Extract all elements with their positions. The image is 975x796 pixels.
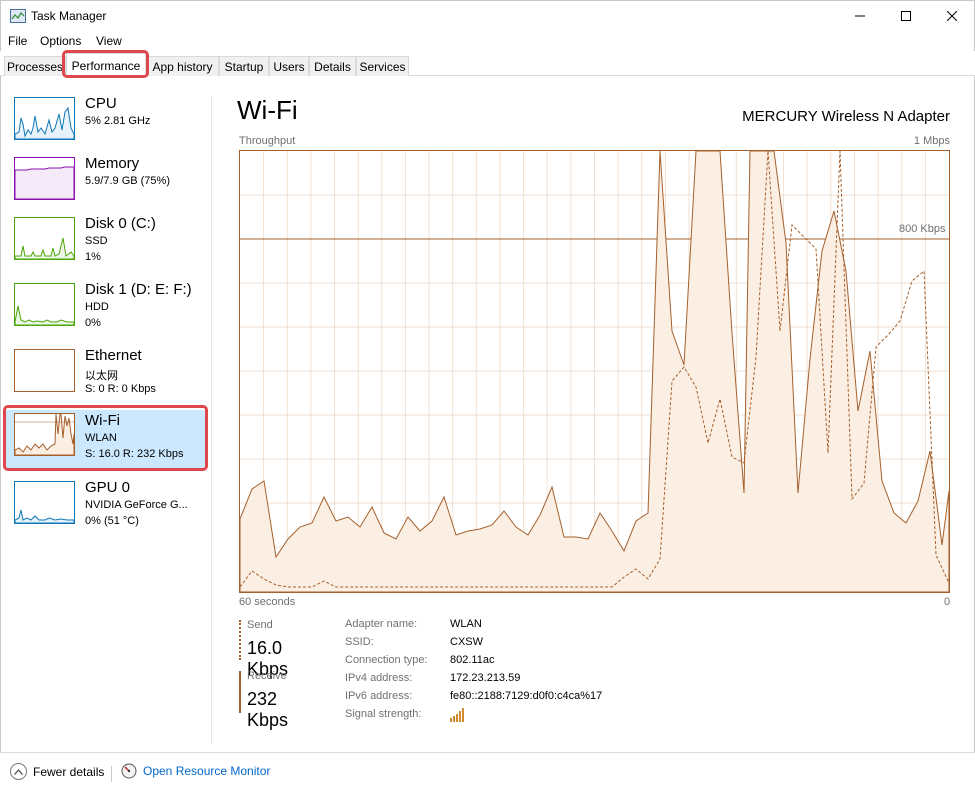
close-button[interactable] xyxy=(929,1,975,31)
network-graph-icon xyxy=(14,349,75,392)
menu-view[interactable]: View xyxy=(96,34,122,48)
fewer-details-button[interactable]: Fewer details xyxy=(10,763,104,780)
receive-label: Receive xyxy=(247,670,287,682)
title-bar: Task Manager xyxy=(0,0,975,31)
prop-row: Signal strength: xyxy=(345,708,765,726)
tab-services[interactable]: Services xyxy=(356,56,409,76)
sidebar-item-detail: S: 0 R: 0 Kbps xyxy=(85,383,156,395)
minimize-icon xyxy=(855,15,865,17)
sidebar-item-detail: SSD xyxy=(85,235,108,247)
prop-row: IPv6 address: fe80::2188:7129:d0f0:c4ca%… xyxy=(345,690,765,708)
throughput-label: Throughput xyxy=(239,135,296,147)
sidebar-item-detail: HDD xyxy=(85,301,109,313)
memory-graph-icon xyxy=(14,157,75,200)
prop-value: fe80::2188:7129:d0f0:c4ca%17 xyxy=(450,690,603,702)
tab-app-history[interactable]: App history xyxy=(146,56,219,76)
menu-bar: File Options View xyxy=(0,31,975,51)
sidebar-item-detail: 以太网 xyxy=(85,370,118,382)
sidebar-item-detail: WLAN xyxy=(85,432,117,444)
sidebar-divider xyxy=(211,97,212,743)
window-title: Task Manager xyxy=(31,9,107,23)
menu-options[interactable]: Options xyxy=(40,34,81,48)
prop-row: Connection type: 802.11ac xyxy=(345,654,765,672)
sidebar-item-disk-1[interactable]: Disk 1 (D: E: F:) HDD 0% xyxy=(6,281,206,339)
chevron-up-icon xyxy=(10,763,27,780)
throughput-chart-svg xyxy=(240,151,949,592)
prop-value: 802.11ac xyxy=(450,654,495,666)
adapter-name: MERCURY Wireless N Adapter xyxy=(742,108,950,125)
menu-file[interactable]: File xyxy=(8,34,27,48)
max-scale-label: 1 Mbps xyxy=(913,135,950,147)
prop-key: IPv6 address: xyxy=(345,690,413,702)
prop-key: Connection type: xyxy=(345,654,428,666)
sidebar-item-detail: 1% xyxy=(85,251,101,263)
sidebar-item-detail: 0% (51 °C) xyxy=(85,515,139,527)
sidebar-item-detail: S: 16.0 R: 232 Kbps xyxy=(85,448,184,460)
sidebar-item-memory[interactable]: Memory 5.9/7.9 GB (75%) xyxy=(6,155,206,213)
throughput-graph xyxy=(239,150,950,593)
network-graph-icon xyxy=(14,413,75,456)
maximize-icon xyxy=(901,11,911,21)
zero-axis-label: 0 xyxy=(944,596,951,608)
tab-details[interactable]: Details xyxy=(309,56,356,76)
performance-sidebar: CPU 5% 2.81 GHz Memory 5.9/7.9 GB (75%) … xyxy=(0,77,212,742)
prop-key: IPv4 address: xyxy=(345,672,413,684)
sidebar-item-name: Wi-Fi xyxy=(85,412,120,429)
prop-row: Adapter name: WLAN xyxy=(345,618,765,636)
prop-key: Adapter name: xyxy=(345,618,418,630)
tab-users[interactable]: Users xyxy=(269,56,309,76)
sidebar-item-ethernet[interactable]: Ethernet 以太网 S: 0 R: 0 Kbps xyxy=(6,347,206,405)
sidebar-item-detail: NVIDIA GeForce G... xyxy=(85,499,188,511)
prop-value: WLAN xyxy=(450,618,482,630)
sidebar-item-disk-0[interactable]: Disk 0 (C:) SSD 1% xyxy=(6,215,206,273)
sidebar-item-name: Disk 1 (D: E: F:) xyxy=(85,281,192,298)
footer: Fewer details Open Resource Monitor xyxy=(0,752,975,796)
prop-value: 172.23.213.59 xyxy=(450,672,521,684)
tab-processes[interactable]: Processes xyxy=(4,56,66,76)
prop-key: Signal strength: xyxy=(345,708,422,720)
open-resource-monitor-link[interactable]: Open Resource Monitor xyxy=(121,763,270,779)
prop-row: SSID: CXSW xyxy=(345,636,765,654)
fewer-details-label: Fewer details xyxy=(33,764,105,779)
tab-strip: Processes Performance App history Startu… xyxy=(0,51,975,77)
tab-performance[interactable]: Performance xyxy=(66,53,146,77)
sidebar-item-detail: 5.9/7.9 GB (75%) xyxy=(85,175,170,187)
sidebar-item-gpu[interactable]: GPU 0 NVIDIA GeForce G... 0% (51 °C) xyxy=(6,479,206,537)
receive-value: 232 Kbps xyxy=(247,689,289,730)
prop-key: SSID: xyxy=(345,636,374,648)
close-icon xyxy=(947,11,957,21)
disk-graph-icon xyxy=(14,217,75,260)
send-legend-marker xyxy=(239,620,241,660)
sidebar-item-detail: 0% xyxy=(85,317,101,329)
prop-value: CXSW xyxy=(450,636,483,648)
sidebar-item-wifi[interactable]: Wi-Fi WLAN S: 16.0 R: 232 Kbps xyxy=(6,410,206,468)
disk-graph-icon xyxy=(14,283,75,326)
maximize-button[interactable] xyxy=(883,1,929,31)
sidebar-item-detail: 5% 2.81 GHz xyxy=(85,115,151,127)
reference-label: 800 Kbps xyxy=(899,223,946,235)
receive-legend-marker xyxy=(239,671,241,713)
page-title: Wi-Fi xyxy=(237,95,298,125)
send-label: Send xyxy=(247,619,273,631)
sidebar-item-name: GPU 0 xyxy=(85,479,131,496)
resource-monitor-label: Open Resource Monitor xyxy=(143,764,271,778)
sidebar-item-name: Ethernet xyxy=(85,347,142,364)
gpu-graph-icon xyxy=(14,481,75,524)
sidebar-item-name: CPU xyxy=(85,95,117,112)
time-axis-label: 60 seconds xyxy=(239,596,296,608)
sidebar-item-name: Disk 0 (C:) xyxy=(85,215,156,232)
resource-monitor-icon xyxy=(121,763,137,779)
signal-strength-icon xyxy=(450,708,464,722)
minimize-button[interactable] xyxy=(837,1,883,31)
footer-separator xyxy=(111,766,112,782)
prop-row: IPv4 address: 172.23.213.59 xyxy=(345,672,765,690)
sidebar-item-cpu[interactable]: CPU 5% 2.81 GHz xyxy=(6,95,206,153)
cpu-graph-icon xyxy=(14,97,75,140)
task-manager-icon xyxy=(10,9,26,23)
sidebar-item-name: Memory xyxy=(85,155,140,172)
tab-startup[interactable]: Startup xyxy=(219,56,269,76)
